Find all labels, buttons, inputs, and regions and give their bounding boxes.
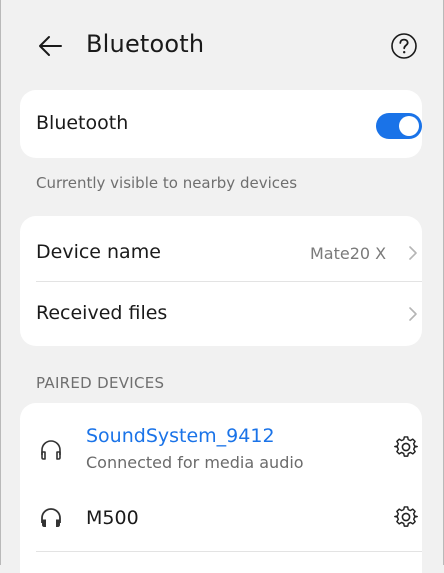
question-circle-icon bbox=[391, 33, 417, 59]
received-files-label: Received files bbox=[36, 302, 168, 324]
device-name-label: Device name bbox=[36, 241, 161, 263]
gear-icon[interactable] bbox=[394, 505, 418, 529]
bluetooth-toggle-label: Bluetooth bbox=[36, 112, 129, 134]
received-files-row[interactable]: Received files bbox=[20, 282, 422, 346]
gear-icon[interactable] bbox=[394, 435, 418, 459]
back-button[interactable] bbox=[36, 32, 64, 60]
paired-device-name: SoundSystem_9412 bbox=[86, 425, 275, 447]
paired-device-name: M500 bbox=[86, 507, 139, 529]
arrow-left-icon bbox=[39, 36, 62, 56]
paired-device-status: Connected for media audio bbox=[86, 453, 304, 472]
device-name-row[interactable]: Device name Mate20 X bbox=[20, 216, 422, 281]
app-header: Bluetooth bbox=[0, 0, 444, 90]
paired-device-row[interactable]: SoundSystem_9412 Connected for media aud… bbox=[20, 403, 422, 489]
visibility-note: Currently visible to nearby devices bbox=[36, 174, 298, 192]
bluetooth-toggle-switch[interactable] bbox=[376, 113, 422, 139]
device-name-value: Mate20 X bbox=[310, 244, 387, 263]
device-settings-card: Device name Mate20 X Received files bbox=[20, 216, 422, 346]
chevron-right-icon bbox=[409, 307, 417, 321]
toggle-knob bbox=[399, 116, 419, 136]
headphones-filled-icon bbox=[41, 508, 61, 527]
chevron-right-icon bbox=[409, 246, 417, 260]
bluetooth-toggle-card: Bluetooth bbox=[20, 90, 422, 158]
paired-devices-header: PAIRED DEVICES bbox=[36, 374, 165, 392]
row-divider bbox=[36, 551, 422, 552]
page-title: Bluetooth bbox=[86, 30, 205, 58]
paired-devices-card: SoundSystem_9412 Connected for media aud… bbox=[20, 403, 422, 573]
paired-device-row[interactable] bbox=[20, 489, 422, 559]
help-button[interactable] bbox=[390, 32, 418, 60]
headphones-outline-icon bbox=[41, 440, 61, 460]
